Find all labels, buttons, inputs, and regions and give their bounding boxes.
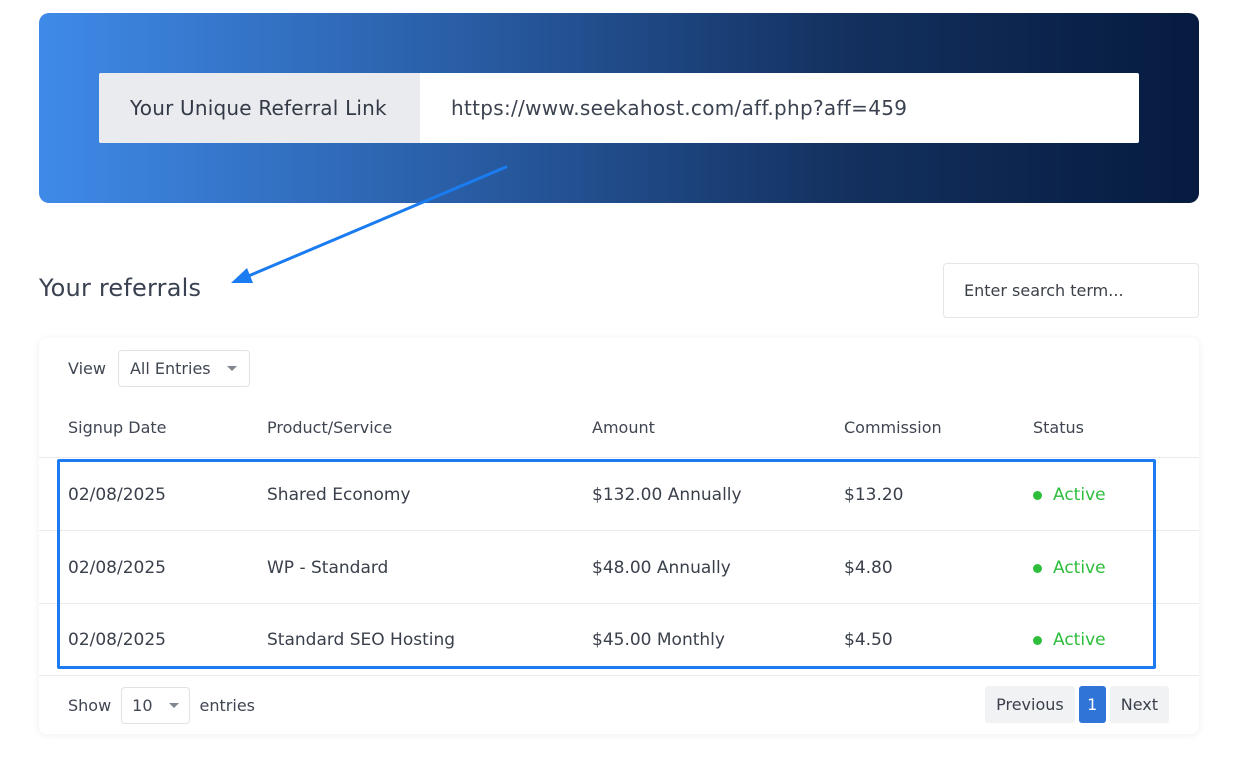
header-amount[interactable]: Amount	[592, 418, 655, 437]
referral-banner: Your Unique Referral Link https://www.se…	[39, 13, 1199, 203]
view-label: View	[68, 359, 106, 378]
page-size-value: 10	[132, 696, 153, 715]
view-filter: View All Entries	[68, 350, 250, 387]
status-badge: Active	[1033, 630, 1106, 650]
status-badge: Active	[1033, 485, 1106, 505]
referrals-table-card: View All Entries Signup Date Product/Ser…	[39, 338, 1199, 734]
status-dot-icon	[1033, 490, 1042, 500]
caret-down-icon	[226, 366, 237, 371]
cell-commission: $4.80	[844, 558, 893, 578]
cell-product: Standard SEO Hosting	[267, 630, 456, 650]
status-badge: Active	[1033, 558, 1106, 578]
cell-commission: $4.50	[844, 630, 893, 650]
cell-date: 02/08/2025	[68, 485, 166, 505]
caret-down-icon	[168, 703, 179, 708]
view-select[interactable]: All Entries	[117, 350, 250, 387]
cell-amount: $45.00 Monthly	[592, 630, 725, 650]
cell-product: Shared Economy	[267, 485, 411, 505]
referral-link-label: Your Unique Referral Link	[99, 73, 420, 143]
header-signup-date[interactable]: Signup Date	[68, 418, 167, 437]
header-commission[interactable]: Commission	[844, 418, 942, 437]
search-input[interactable]	[943, 263, 1199, 318]
entries-label: entries	[199, 696, 255, 715]
status-text: Active	[1053, 558, 1106, 578]
page-size-select[interactable]: 10	[121, 687, 190, 724]
page-size-control: Show 10 entries	[68, 687, 255, 724]
previous-page-button[interactable]: Previous	[985, 686, 1075, 723]
table-row: 02/08/2025 WP - Standard $48.00 Annually…	[39, 532, 1199, 604]
table-row: 02/08/2025 Shared Economy $132.00 Annual…	[39, 459, 1199, 531]
status-text: Active	[1053, 485, 1106, 505]
status-dot-icon	[1033, 635, 1042, 645]
status-dot-icon	[1033, 563, 1042, 573]
view-select-value: All Entries	[129, 359, 211, 378]
page-1-button[interactable]: 1	[1078, 686, 1106, 723]
cell-product: WP - Standard	[267, 558, 389, 578]
cell-date: 02/08/2025	[68, 630, 166, 650]
cell-amount: $48.00 Annually	[592, 558, 731, 578]
pagination: Previous 1 Next	[985, 686, 1169, 723]
referrals-title: Your referrals	[39, 274, 202, 302]
header-product[interactable]: Product/Service	[267, 418, 392, 437]
cell-commission: $13.20	[844, 485, 904, 505]
cell-date: 02/08/2025	[68, 558, 166, 578]
show-label: Show	[68, 696, 112, 715]
table-header: Signup Date Product/Service Amount Commi…	[39, 408, 1199, 458]
referral-link-box: Your Unique Referral Link https://www.se…	[99, 73, 1139, 143]
next-page-button[interactable]: Next	[1109, 686, 1169, 723]
header-status[interactable]: Status	[1033, 418, 1084, 437]
cell-amount: $132.00 Annually	[592, 485, 742, 505]
table-row: 02/08/2025 Standard SEO Hosting $45.00 M…	[39, 604, 1199, 676]
referral-link-url[interactable]: https://www.seekahost.com/aff.php?aff=45…	[420, 73, 1139, 143]
status-text: Active	[1053, 630, 1106, 650]
